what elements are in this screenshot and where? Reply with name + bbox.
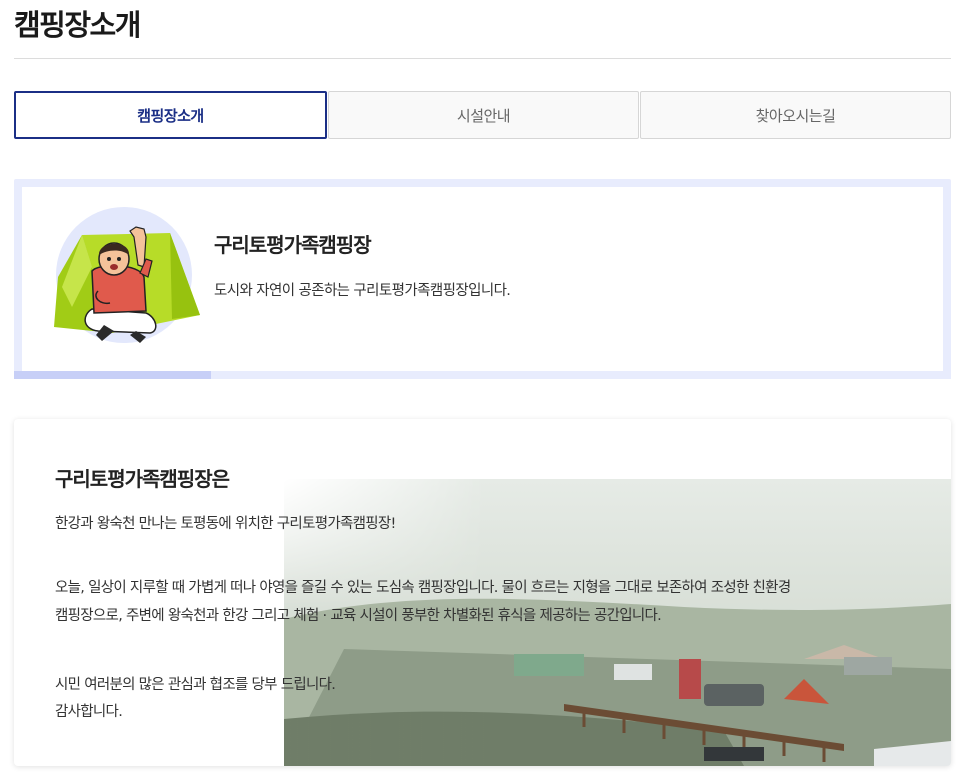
tab-camp-intro[interactable]: 캠핑장소개 (14, 91, 327, 139)
tab-bar: 캠핑장소개 시설안내 찾아오시는길 (14, 91, 951, 139)
title-divider (14, 58, 951, 59)
detail-heading: 구리토평가족캠핑장은 (55, 467, 230, 491)
detail-card: 구리토평가족캠핑장은 한강과 왕숙천 만나는 토평동에 위치한 구리토평가족캠핑… (14, 419, 951, 766)
tab-directions[interactable]: 찾아오시는길 (640, 91, 951, 139)
detail-paragraph-1: 한강과 왕숙천 만나는 토평동에 위치한 구리토평가족캠핑장! (55, 516, 396, 532)
camp-name: 구리토평가족캠핑장 (214, 233, 372, 257)
intro-box: 구리토평가족캠핑장 도시와 자연이 공존하는 구리토평가족캠핑장입니다. (14, 179, 951, 379)
detail-paragraph-2-line-2: 캠핑장으로, 주변에 왕숙천과 한강 그리고 체험 · 교육 시설이 풍부한 차… (55, 608, 662, 624)
camper-illustration (54, 207, 200, 343)
camp-description: 도시와 자연이 공존하는 구리토평가족캠핑장입니다. (214, 283, 511, 299)
detail-paragraph-3-line-1: 시민 여러분의 많은 관심과 협조를 당부 드립니다. (55, 677, 336, 693)
detail-paragraph-2-line-1: 오늘, 일상이 지루할 때 가볍게 떠나 야영을 즐길 수 있는 도심속 캠핑장… (55, 580, 791, 596)
intro-inner: 구리토평가족캠핑장 도시와 자연이 공존하는 구리토평가족캠핑장입니다. (22, 187, 943, 371)
detail-paragraph-3-line-2: 감사합니다. (55, 704, 123, 720)
tab-facilities[interactable]: 시설안내 (328, 91, 639, 139)
intro-progress-fill (14, 371, 211, 379)
page: 캠핑장소개 캠핑장소개 시설안내 찾아오시는길 구리토평가족캠핑장 도시와 자연… (0, 0, 967, 779)
page-title: 캠핑장소개 (14, 8, 141, 42)
intro-progress-bar (14, 371, 951, 379)
